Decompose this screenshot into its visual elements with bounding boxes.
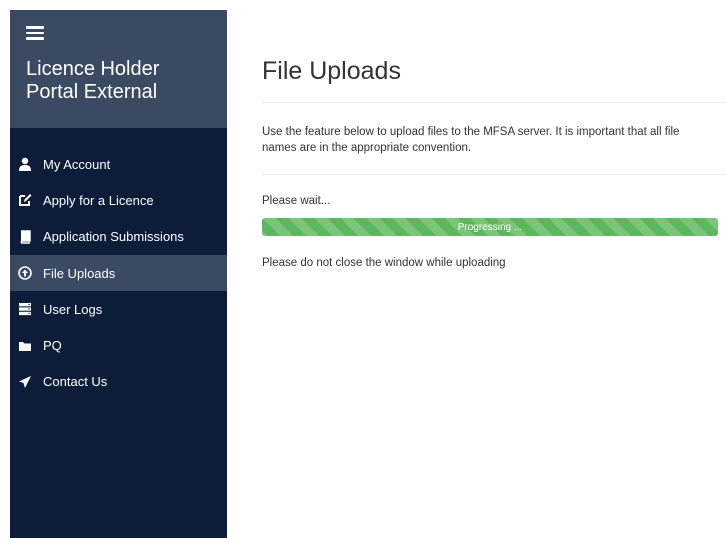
sidebar-item-application-submissions[interactable]: Application Submissions	[10, 219, 227, 255]
sidebar-item-label: Contact Us	[43, 374, 108, 390]
server-icon	[18, 302, 32, 316]
sidebar-item-pq[interactable]: PQ	[10, 327, 227, 363]
upload-note: Please do not close the window while upl…	[262, 257, 506, 269]
sidebar-header: Licence Holder Portal External	[10, 10, 227, 128]
progress-bar-track: Progressing ...	[262, 218, 718, 236]
sidebar-item-file-uploads[interactable]: File Uploads	[10, 254, 227, 292]
sidebar-item-label: My Account	[43, 156, 111, 172]
sidebar-item-label: Application Submissions	[43, 229, 184, 245]
divider	[262, 102, 726, 103]
sidebar-item-label: File Uploads	[43, 265, 116, 281]
upload-circle-icon	[18, 266, 32, 280]
sidebar-item-label: User Logs	[43, 301, 103, 317]
portal-title-line-2: Portal External	[26, 81, 158, 103]
progress-label: Progressing ...	[457, 221, 523, 233]
portal-title: Licence Holder Portal External	[26, 58, 221, 104]
portal-title-line-1: Licence Holder	[26, 58, 160, 80]
sidebar-item-my-account[interactable]: My Account	[10, 146, 227, 182]
hamburger-menu-icon[interactable]	[26, 26, 44, 40]
edit-icon	[18, 193, 32, 207]
status-text: Please wait...	[262, 195, 331, 207]
sidebar-item-apply-for-a-licence[interactable]: Apply for a Licence	[10, 182, 227, 218]
sidebar-item-label: PQ	[43, 338, 62, 354]
sidebar-item-user-logs[interactable]: User Logs	[10, 291, 227, 327]
intro-text: Use the feature below to upload files to…	[262, 126, 680, 154]
page-title: File Uploads	[262, 57, 401, 85]
send-icon	[18, 375, 32, 389]
progress-bar-fill: Progressing ...	[262, 218, 718, 236]
sidebar-item-label: Apply for a Licence	[43, 192, 154, 208]
user-icon	[18, 157, 32, 172]
sidebar-item-contact-us[interactable]: Contact Us	[10, 364, 227, 400]
sidebar-nav: My Account Apply for a Licence Applicati…	[10, 146, 227, 400]
book-icon	[18, 230, 32, 244]
folder-icon	[18, 339, 32, 353]
sidebar: Licence Holder Portal External My Accoun…	[10, 10, 227, 538]
divider	[262, 174, 726, 175]
